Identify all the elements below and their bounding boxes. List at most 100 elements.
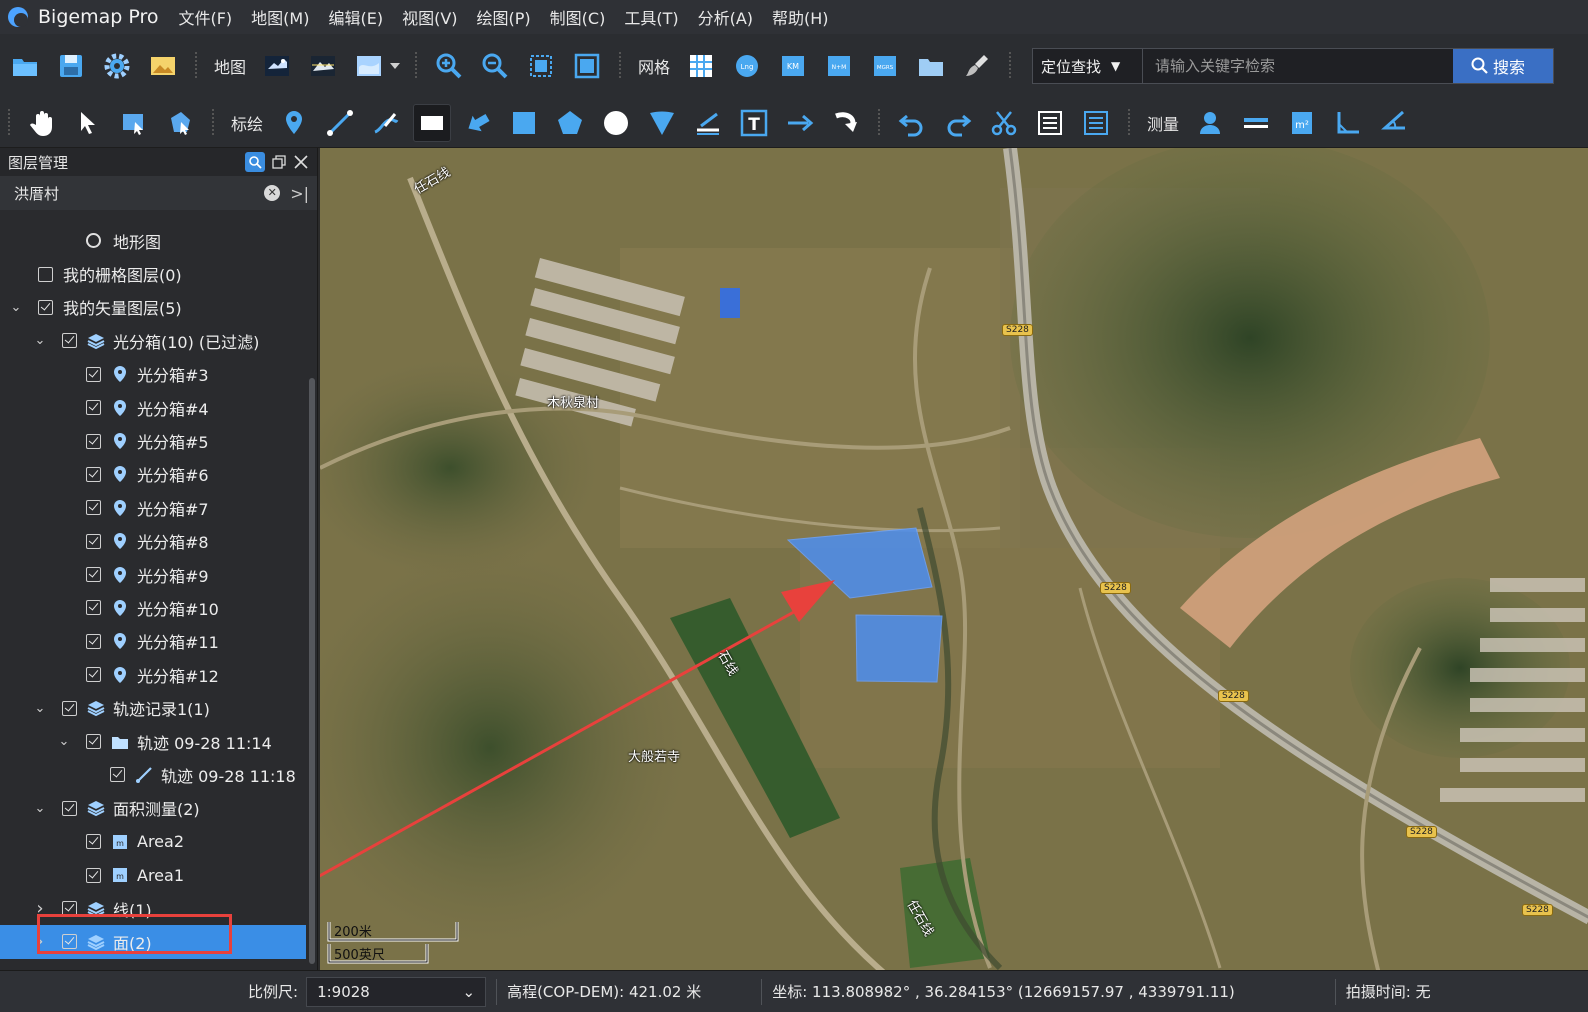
draw-arrow-shape-icon[interactable] [459,104,497,142]
draw-square-icon[interactable] [505,104,543,142]
menu-view[interactable]: 视图(V) [402,5,457,29]
satellite-map-icon[interactable] [258,47,296,85]
search-button[interactable]: 搜索 [1453,49,1554,83]
clear-brush-icon[interactable] [958,47,996,85]
full-extent-icon[interactable] [568,47,606,85]
grid-lnglat-button[interactable]: Lng [728,47,766,85]
layer-tree-row[interactable]: m Area1 [0,858,306,891]
layer-tree-row[interactable]: 光分箱#10 [0,591,306,624]
tree-scrollbar[interactable] [309,378,315,964]
layer-checkbox[interactable] [86,366,101,382]
marker-pin-icon[interactable] [275,104,313,142]
measure-distance-icon[interactable] [1237,104,1275,142]
search-input[interactable] [1143,49,1454,83]
layer-tree-row[interactable]: 光分箱#9 [0,558,306,591]
layer-tree-row[interactable]: 光分箱#8 [0,525,306,558]
menu-map[interactable]: 地图(M) [251,5,309,29]
draw-text-icon[interactable]: T [735,104,773,142]
layer-tree-row[interactable]: 我的栅格图层(0) [0,257,306,290]
layer-tree-row[interactable]: › 线(1) [0,892,306,925]
layer-tree-row[interactable]: 光分箱#12 [0,658,306,691]
menu-help[interactable]: 帮助(H) [772,5,829,29]
grid-table-icon[interactable] [682,47,720,85]
map-view[interactable]: 木秋泉村 大般若寺 任石线 石线 任石线 S228 S228 S228 S228… [320,148,1588,970]
layer-tree-row[interactable]: 光分箱#6 [0,458,306,491]
expand-chevron-down-icon[interactable]: ⌄ [34,701,46,716]
expand-chevron-right-icon[interactable]: › [34,898,46,919]
layer-tree-row[interactable]: › 面(2) [0,925,306,959]
menu-file[interactable]: 文件(F) [178,5,232,29]
attribute-table-icon[interactable] [1031,104,1069,142]
box-select-icon[interactable] [115,104,153,142]
grid-folder-icon[interactable] [912,47,950,85]
layer-checkbox[interactable] [86,533,101,549]
measure-angle-icon[interactable] [1375,104,1413,142]
layer-checkbox[interactable] [86,567,101,583]
layer-checkbox[interactable] [62,700,77,716]
draw-rectangle-icon[interactable] [413,103,452,142]
layer-checkbox[interactable] [86,500,101,516]
layer-tree-row[interactable]: ⌄ 光分箱(10) (已过滤) [0,324,306,357]
layer-checkbox[interactable] [62,800,77,816]
measure-area-icon[interactable]: m² [1283,104,1321,142]
layer-tree-row[interactable]: 轨迹 09-28 11:18 [0,758,306,791]
layer-checkbox[interactable] [86,667,101,683]
image-icon[interactable] [144,47,182,85]
layer-checkbox[interactable] [86,734,101,750]
draw-measure-line-icon[interactable] [689,104,727,142]
grid-km-button[interactable]: KM [774,47,812,85]
zoom-out-icon[interactable] [476,47,514,85]
layer-tree-row[interactable]: ⌄ 面积测量(2) [0,792,306,825]
expand-chevron-down-icon[interactable]: ⌄ [34,333,46,348]
layer-checkbox[interactable] [62,934,77,950]
draw-curve-arrow-icon[interactable] [827,104,865,142]
draw-polygon-icon[interactable] [551,104,589,142]
layer-tree-row[interactable]: 光分箱#3 [0,358,306,391]
menu-tools[interactable]: 工具(T) [624,5,678,29]
measure-height-icon[interactable] [1329,104,1367,142]
layer-tree-row[interactable]: 光分箱#11 [0,625,306,658]
draw-circle-icon[interactable] [597,104,635,142]
layer-checkbox[interactable] [86,433,101,449]
menu-draw[interactable]: 绘图(P) [477,5,531,29]
polygon-select-icon[interactable] [161,104,199,142]
expand-chevron-down-icon[interactable]: ⌄ [34,801,46,816]
layer-checkbox[interactable] [62,333,77,349]
draw-sector-icon[interactable] [643,104,681,142]
layer-tree-row[interactable]: m Area2 [0,825,306,858]
collapse-panel-icon[interactable]: >| [290,184,309,203]
expand-chevron-down-icon[interactable]: ⌄ [10,300,22,315]
expand-chevron-right-icon[interactable]: › [34,931,46,952]
save-icon[interactable] [52,47,90,85]
expand-chevron-down-icon[interactable]: ⌄ [58,734,70,749]
layer-tree-row[interactable]: 光分箱#5 [0,424,306,457]
menu-edit[interactable]: 编辑(E) [328,5,383,29]
undo-icon[interactable] [893,104,931,142]
draw-line-icon[interactable] [321,104,359,142]
search-mode-select[interactable]: 定位查找 ▼ [1033,49,1144,83]
zoom-in-icon[interactable] [430,47,468,85]
open-folder-icon[interactable] [6,47,44,85]
layer-search-icon[interactable] [245,152,265,172]
layer-tree-row[interactable]: 光分箱#7 [0,491,306,524]
layer-checkbox[interactable] [86,600,101,616]
measure-person-pin-icon[interactable] [1191,104,1229,142]
layer-checkbox[interactable] [86,466,101,482]
layer-tree-row[interactable]: ⌄ 轨迹 09-28 11:14 [0,725,306,758]
menu-cartography[interactable]: 制图(C) [550,5,606,29]
layer-tree-row[interactable]: ⌄ 轨迹记录1(1) [0,691,306,724]
select-arrow-icon[interactable] [69,104,107,142]
layer-tree-row[interactable]: 地形图 [0,224,306,257]
basemap-dropdown-icon[interactable] [390,63,401,69]
layer-checkbox[interactable] [86,867,101,883]
layer-checkbox[interactable] [86,834,101,850]
list-view-icon[interactable] [1077,104,1115,142]
layer-checkbox[interactable] [38,266,53,282]
scissors-icon[interactable] [985,104,1023,142]
fit-extent-icon[interactable] [522,47,560,85]
settings-gear-icon[interactable] [98,47,136,85]
clear-icon[interactable]: ✕ [264,185,281,201]
pan-hand-icon[interactable] [23,104,61,142]
draw-freehand-icon[interactable] [367,104,405,142]
menu-analysis[interactable]: 分析(A) [698,5,753,29]
